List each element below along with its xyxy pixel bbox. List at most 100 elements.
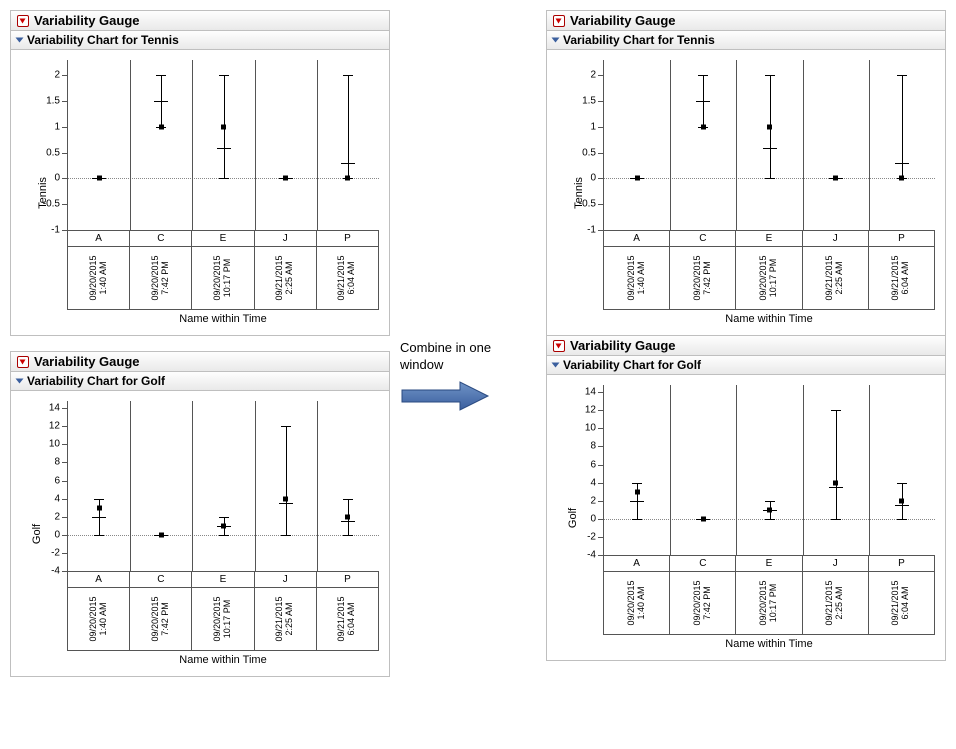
chevron-down-icon[interactable] bbox=[16, 38, 24, 43]
time-row: 09/20/20151:40 AM09/20/20157:42 PM09/20/… bbox=[603, 572, 935, 635]
chart-title: Variability Chart for Tennis bbox=[27, 33, 179, 47]
category-label: J bbox=[803, 556, 869, 571]
median-marker bbox=[833, 480, 838, 485]
time-label: 09/20/201510:17 PM bbox=[736, 572, 802, 634]
mean-marker bbox=[279, 503, 293, 504]
time-label: 09/21/20152:25 AM bbox=[255, 588, 317, 650]
time-label: 09/21/20156:04 AM bbox=[869, 247, 934, 309]
y-tick-label: 1 bbox=[590, 121, 604, 132]
panel-tennis-right: Variability Gauge Variability Chart for … bbox=[546, 10, 946, 336]
y-tick-label: 4 bbox=[590, 477, 604, 488]
time-label: 09/20/201510:17 PM bbox=[192, 247, 254, 309]
y-tick-label: 0 bbox=[54, 529, 68, 540]
plot-area: -4-202468101214 bbox=[603, 385, 935, 556]
gauge-title-bar[interactable]: Variability Gauge bbox=[11, 352, 389, 372]
mean-marker bbox=[829, 487, 843, 488]
time-label: 09/20/20151:40 AM bbox=[604, 247, 670, 309]
range-line bbox=[286, 426, 287, 535]
mean-marker bbox=[630, 501, 644, 502]
chart-title: Variability Chart for Tennis bbox=[563, 33, 715, 47]
mean-marker bbox=[341, 521, 355, 522]
disclosure-icon[interactable] bbox=[553, 340, 565, 352]
gauge-title: Variability Gauge bbox=[34, 354, 140, 369]
chart-body-tennis-left: Tennis-1-0.500.511.52ACEJP09/20/20151:40… bbox=[11, 50, 389, 335]
y-tick-label: -4 bbox=[51, 566, 68, 577]
gauge-title: Variability Gauge bbox=[570, 338, 676, 353]
category-label: A bbox=[68, 572, 130, 587]
mean-marker bbox=[763, 148, 777, 149]
y-tick-label: 6 bbox=[54, 475, 68, 486]
y-tick-label: 12 bbox=[49, 421, 68, 432]
panel-tennis-left: Variability Gauge Variability Chart for … bbox=[10, 10, 390, 336]
disclosure-icon[interactable] bbox=[553, 15, 565, 27]
median-marker bbox=[159, 532, 164, 537]
y-tick-label: 1 bbox=[54, 121, 68, 132]
disclosure-icon[interactable] bbox=[17, 356, 29, 368]
y-tick-label: 0 bbox=[590, 513, 604, 524]
y-tick-label: 2 bbox=[54, 511, 68, 522]
median-marker bbox=[283, 496, 288, 501]
y-tick-label: 10 bbox=[49, 439, 68, 450]
time-label: 09/20/201510:17 PM bbox=[736, 247, 802, 309]
mean-marker bbox=[341, 163, 355, 164]
chart-body-golf-left: Golf-4-202468101214ACEJP09/20/20151:40 A… bbox=[11, 391, 389, 676]
median-marker bbox=[221, 523, 226, 528]
category-row: ACEJP bbox=[603, 231, 935, 247]
median-marker bbox=[345, 176, 350, 181]
category-label: C bbox=[670, 556, 736, 571]
time-label: 09/20/20157:42 PM bbox=[670, 572, 736, 634]
chart-frame: Tennis-1-0.500.511.52ACEJP09/20/20151:40… bbox=[67, 60, 379, 325]
gauge-title: Variability Gauge bbox=[34, 13, 140, 28]
y-axis-label: Golf bbox=[31, 523, 43, 543]
y-tick-label: 0 bbox=[54, 173, 68, 184]
y-tick-label: 0 bbox=[590, 173, 604, 184]
mean-marker bbox=[696, 101, 710, 102]
median-marker bbox=[97, 505, 102, 510]
right-column: Variability Gauge Variability Chart for … bbox=[546, 10, 946, 661]
mean-marker bbox=[92, 517, 106, 518]
panel-golf-right: Variability Gauge Variability Chart for … bbox=[546, 336, 946, 661]
median-marker bbox=[283, 176, 288, 181]
chart-frame: Golf-4-202468101214ACEJP09/20/20151:40 A… bbox=[67, 401, 379, 666]
gauge-title-bar[interactable]: Variability Gauge bbox=[547, 336, 945, 356]
time-label: 09/21/20152:25 AM bbox=[255, 247, 317, 309]
median-marker bbox=[701, 124, 706, 129]
y-tick-label: 0.5 bbox=[46, 147, 68, 158]
category-label: C bbox=[130, 231, 192, 246]
time-label: 09/20/20157:42 PM bbox=[130, 588, 192, 650]
y-tick-label: 14 bbox=[585, 387, 604, 398]
disclosure-icon[interactable] bbox=[17, 15, 29, 27]
chevron-down-icon[interactable] bbox=[16, 379, 24, 384]
y-tick-label: -4 bbox=[587, 550, 604, 561]
chart-title-bar[interactable]: Variability Chart for Golf bbox=[547, 356, 945, 375]
category-label: C bbox=[130, 572, 192, 587]
category-label: A bbox=[68, 231, 130, 246]
y-tick-label: 8 bbox=[590, 441, 604, 452]
y-tick-label: -2 bbox=[587, 531, 604, 542]
category-label: J bbox=[803, 231, 869, 246]
y-tick-label: 12 bbox=[585, 405, 604, 416]
chart-title-bar[interactable]: Variability Chart for Golf bbox=[11, 372, 389, 391]
y-tick-label: -2 bbox=[51, 547, 68, 558]
x-axis-label: Name within Time bbox=[67, 654, 379, 666]
median-marker bbox=[159, 124, 164, 129]
median-marker bbox=[345, 514, 350, 519]
time-label: 09/20/20151:40 AM bbox=[604, 572, 670, 634]
chart-title: Variability Chart for Golf bbox=[27, 374, 165, 388]
y-tick-label: 4 bbox=[54, 493, 68, 504]
chevron-down-icon[interactable] bbox=[552, 363, 560, 368]
y-tick-label: 2 bbox=[54, 70, 68, 81]
median-marker bbox=[221, 124, 226, 129]
y-tick-label: 2 bbox=[590, 70, 604, 81]
chevron-down-icon[interactable] bbox=[552, 38, 560, 43]
chart-title-bar[interactable]: Variability Chart for Tennis bbox=[547, 31, 945, 50]
category-label: E bbox=[736, 231, 802, 246]
gauge-title-bar[interactable]: Variability Gauge bbox=[547, 11, 945, 31]
arrow-column: Combine in one window bbox=[400, 10, 536, 412]
category-label: P bbox=[869, 556, 934, 571]
chart-frame: Tennis-1-0.500.511.52ACEJP09/20/20151:40… bbox=[603, 60, 935, 325]
chart-title-bar[interactable]: Variability Chart for Tennis bbox=[11, 31, 389, 50]
y-tick-label: 10 bbox=[585, 423, 604, 434]
time-label: 09/21/20152:25 AM bbox=[803, 247, 869, 309]
gauge-title-bar[interactable]: Variability Gauge bbox=[11, 11, 389, 31]
